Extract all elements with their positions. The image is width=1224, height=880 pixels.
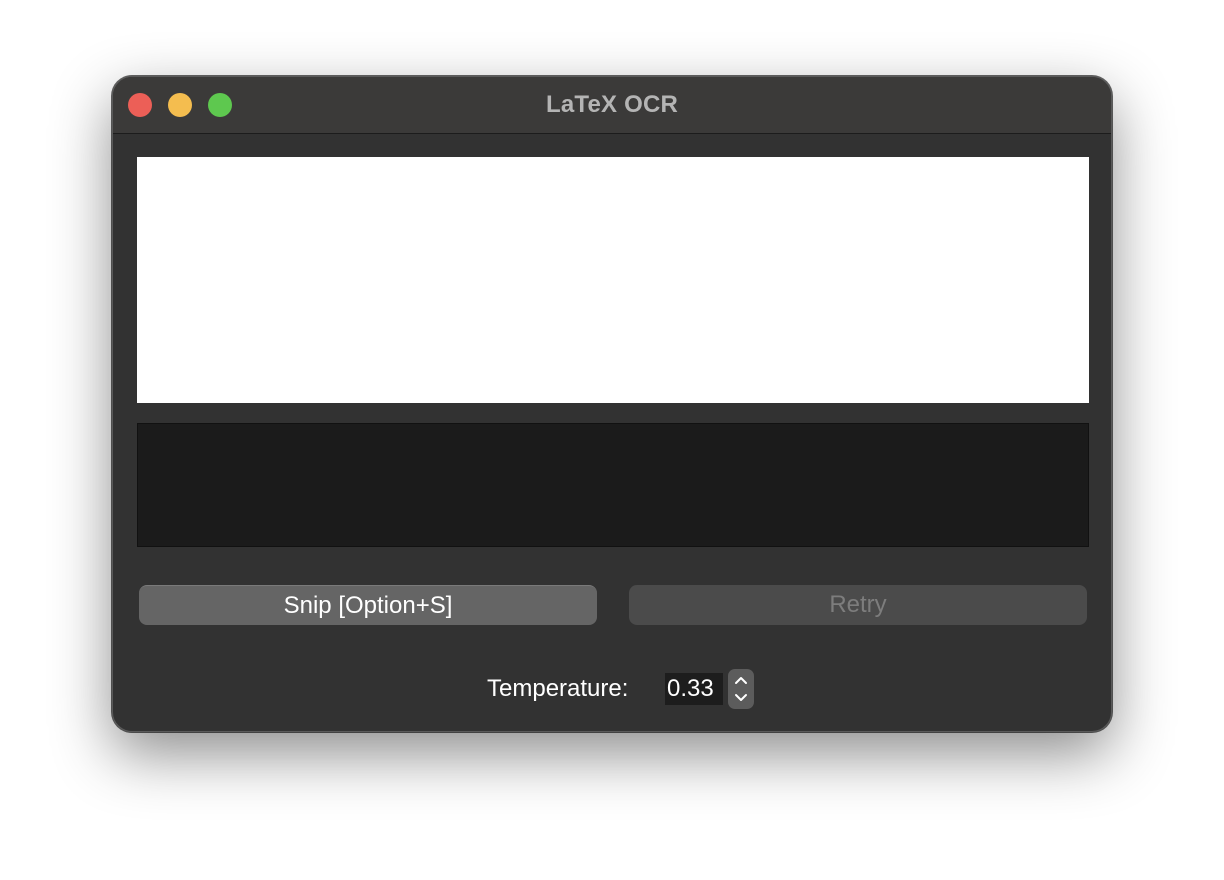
temperature-label: Temperature: [487,675,629,702]
chevron-up-icon[interactable] [728,669,754,689]
temperature-stepper[interactable] [728,669,754,709]
image-preview [137,157,1089,403]
latex-output-field[interactable] [137,423,1089,547]
snip-button[interactable]: Snip [Option+S] [139,585,597,625]
temperature-input[interactable]: 0.33 [665,673,723,705]
chevron-down-icon[interactable] [728,689,754,709]
title-bar[interactable]: LaTeX OCR [113,77,1111,134]
window-title: LaTeX OCR [545,91,679,118]
retry-button[interactable]: Retry [629,585,1087,625]
app-window: LaTeX OCR Snip [Option+S] Retry Temperat… [112,76,1112,732]
